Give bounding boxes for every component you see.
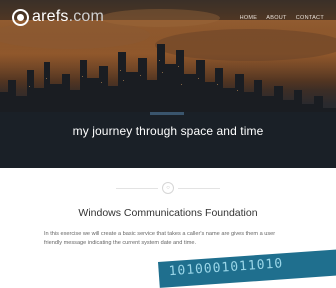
brand-name: arefs.com (32, 8, 105, 25)
divider-line-left (116, 188, 158, 189)
nav-contact[interactable]: CONTACT (296, 15, 324, 21)
hero-banner: arefs.com HOME ABOUT CONTACT my journey … (0, 0, 336, 168)
main-nav: HOME ABOUT CONTACT (240, 15, 324, 21)
divider-line-right (178, 188, 220, 189)
brand-logo[interactable]: arefs.com (12, 8, 104, 26)
nav-home[interactable]: HOME (240, 15, 258, 21)
section-title[interactable]: Windows Communications Foundation (0, 207, 336, 219)
code-banner-text: 1010001011010 (168, 256, 284, 280)
section-body: In this exercise we will create a basic … (44, 231, 276, 246)
nav-about[interactable]: ABOUT (266, 15, 286, 21)
code-banner-image: 1010001011010 (158, 248, 336, 288)
hero-tagline: my journey through space and time (72, 124, 264, 138)
circle-dot-icon: ○ (162, 182, 174, 194)
logo-icon (12, 8, 29, 26)
section-divider: ○ (0, 182, 336, 194)
